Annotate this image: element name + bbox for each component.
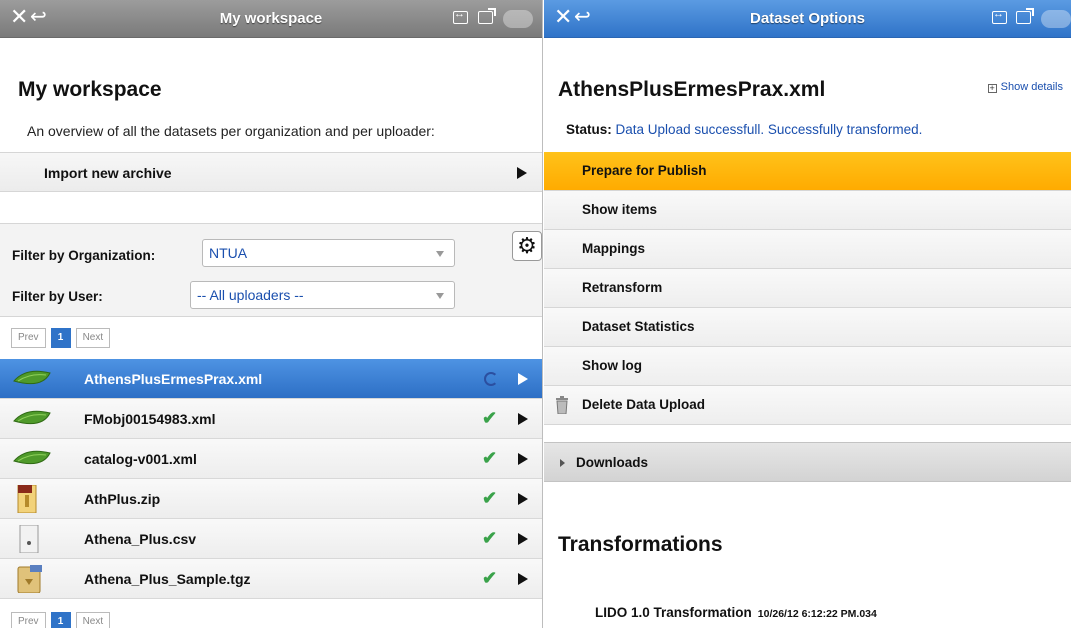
prev-page-button[interactable]: Prev [11, 612, 46, 628]
file-row[interactable]: AthPlus.zip ✔ [0, 479, 542, 519]
trash-icon [555, 396, 569, 415]
chevron-down-icon [436, 251, 444, 257]
page-1-button[interactable]: 1 [50, 328, 71, 348]
organization-value: NTUA [209, 245, 248, 261]
import-archive-button[interactable]: Import new archive [0, 152, 542, 192]
share-icon[interactable] [1016, 8, 1034, 24]
next-page-button[interactable]: Next [75, 328, 111, 348]
expand-plus-icon: + [987, 83, 997, 93]
show-details-label: Show details [1000, 81, 1063, 93]
checkmark-icon: ✔ [482, 568, 498, 588]
option-label: Prepare for Publish [582, 163, 707, 178]
checkmark-icon: ✔ [482, 528, 498, 548]
file-name: Athena_Plus.csv [84, 531, 197, 547]
chevron-right-icon [518, 413, 528, 425]
transformation-timestamp: 10/26/12 6:12:22 PM.034 [757, 608, 877, 620]
option-delete-data-upload[interactable]: Delete Data Upload [544, 386, 1071, 425]
organization-select[interactable]: NTUA [202, 239, 455, 267]
option-dataset-statistics[interactable]: Dataset Statistics [544, 308, 1071, 347]
show-details-link[interactable]: + Show details [987, 81, 1063, 93]
dataset-title: AthensPlusErmesPrax.xml [558, 78, 826, 101]
transformation-name: LIDO 1.0 Transformation [595, 605, 752, 620]
workspace-titlebar: ✕ ↩ My workspace [0, 0, 542, 38]
page-title: My workspace [18, 78, 162, 101]
transformation-row[interactable]: LIDO 1.0 Transformation 10/26/12 6:12:22 … [595, 605, 877, 620]
prev-page-button[interactable]: Prev [11, 328, 46, 348]
xml-file-icon [12, 365, 52, 393]
checkmark-icon: ✔ [482, 448, 498, 468]
xml-file-icon [12, 405, 52, 433]
file-row[interactable]: AthensPlusErmesPrax.xml [0, 359, 542, 399]
chevron-right-icon [518, 493, 528, 505]
option-show-items[interactable]: Show items [544, 191, 1071, 230]
processing-spinner-icon [484, 372, 498, 386]
chevron-down-icon [436, 293, 444, 299]
option-label: Retransform [582, 280, 663, 295]
expand-icon[interactable] [453, 8, 468, 24]
csv-file-icon [12, 524, 52, 554]
share-icon[interactable] [478, 8, 496, 24]
option-show-log[interactable]: Show log [544, 347, 1071, 386]
zip-file-icon [12, 484, 52, 514]
filter-org-label: Filter by Organization: [12, 248, 156, 263]
file-row[interactable]: FMobj00154983.xml ✔ [0, 399, 542, 439]
xml-file-icon [12, 445, 52, 473]
downloads-toggle[interactable]: Downloads [544, 442, 1071, 482]
downloads-label: Downloads [576, 455, 649, 470]
next-page-button[interactable]: Next [75, 612, 111, 628]
filter-user-label: Filter by User: [12, 289, 103, 304]
file-name: AthensPlusErmesPrax.xml [84, 371, 263, 387]
chevron-right-icon [518, 533, 528, 545]
dataset-options-panel: ✕ ↩ Dataset Options AthensPlusErmesPrax.… [544, 0, 1071, 628]
option-prepare-for-publish[interactable]: Prepare for Publish [544, 152, 1071, 191]
option-label: Show items [582, 202, 658, 217]
option-label: Show log [582, 358, 642, 373]
pager-bottom: Prev 1 Next [11, 612, 111, 628]
status-text: Data Upload successfull. Successfully tr… [615, 122, 923, 137]
user-select[interactable]: -- All uploaders -- [190, 281, 455, 309]
chevron-right-icon [517, 167, 527, 179]
user-value: -- All uploaders -- [197, 287, 304, 303]
file-row[interactable]: Athena_Plus_Sample.tgz ✔ [0, 559, 542, 599]
tgz-file-icon [12, 565, 52, 594]
caret-right-icon [560, 459, 565, 467]
page-1-button[interactable]: 1 [50, 612, 71, 628]
import-archive-label: Import new archive [44, 165, 172, 181]
status-label: Status: [566, 122, 612, 137]
expand-icon[interactable] [992, 8, 1007, 24]
option-label: Dataset Statistics [582, 319, 695, 334]
pager-top: Prev 1 Next [11, 328, 111, 348]
checkmark-icon: ✔ [482, 488, 498, 508]
option-mappings[interactable]: Mappings [544, 230, 1071, 269]
filter-area: Filter by Organization: NTUA Filter by U… [0, 223, 542, 317]
file-name: catalog-v001.xml [84, 451, 197, 467]
option-label: Mappings [582, 241, 645, 256]
status-line: Status: Data Upload successfull. Success… [566, 122, 922, 137]
chevron-right-icon [518, 373, 528, 385]
checkmark-icon: ✔ [482, 408, 498, 428]
transformations-heading: Transformations [558, 533, 723, 556]
toggle-pill[interactable] [503, 10, 533, 28]
intro-text: An overview of all the datasets per orga… [27, 123, 435, 139]
file-name: AthPlus.zip [84, 491, 161, 507]
option-label: Delete Data Upload [582, 397, 706, 412]
file-name: FMobj00154983.xml [84, 411, 216, 427]
dataset-options-titlebar: ✕ ↩ Dataset Options [544, 0, 1071, 38]
settings-gear-icon[interactable]: ⚙ [512, 231, 542, 261]
file-row[interactable]: catalog-v001.xml ✔ [0, 439, 542, 479]
chevron-right-icon [518, 453, 528, 465]
workspace-panel: ✕ ↩ My workspace My workspace An overvie… [0, 0, 543, 628]
chevron-right-icon [518, 573, 528, 585]
option-retransform[interactable]: Retransform [544, 269, 1071, 308]
file-name: Athena_Plus_Sample.tgz [84, 571, 251, 587]
toggle-pill[interactable] [1041, 10, 1071, 28]
file-row[interactable]: Athena_Plus.csv ✔ [0, 519, 542, 559]
